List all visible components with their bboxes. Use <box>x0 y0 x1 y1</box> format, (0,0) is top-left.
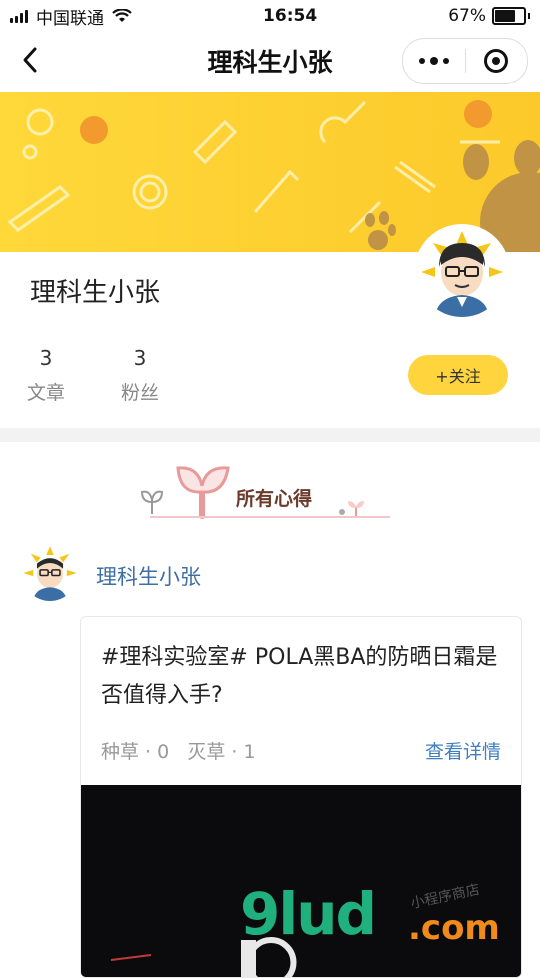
stat-fans-count: 3 <box>133 346 147 370</box>
follow-button[interactable]: +关注 <box>408 355 508 395</box>
post-text: #理科实验室# POLA黑BA的防晒日霜是否值得入手? <box>101 645 498 708</box>
nav-bar: 理科生小张 <box>0 32 540 90</box>
signal-icon <box>10 9 28 23</box>
stat-articles-count: 3 <box>39 346 53 370</box>
target-circle-icon <box>484 49 509 73</box>
small-sprout-icon <box>339 501 364 516</box>
stat-articles[interactable]: 3 文章 <box>16 346 76 405</box>
stat-fans-label: 粉丝 <box>120 382 159 404</box>
sprout-icon <box>140 466 230 519</box>
stat-articles-label: 文章 <box>26 382 65 404</box>
section-header: 所有心得 <box>140 458 400 528</box>
author-avatar-icon <box>23 546 77 601</box>
watermark: 9lud .com 小程序商店 <box>240 880 540 960</box>
clock: 16:54 <box>263 6 318 26</box>
more-button[interactable] <box>403 57 465 65</box>
profile-avatar[interactable] <box>414 224 510 320</box>
status-bar: 中国联通 16:54 67% <box>0 0 540 32</box>
close-miniprogram-button[interactable] <box>466 49 528 73</box>
battery-percent: 67% <box>448 6 486 26</box>
carrier-label: 中国联通 <box>36 8 104 29</box>
watermark-main: 9lud <box>240 880 377 948</box>
profile-name: 理科生小张 <box>30 278 161 308</box>
watermark-suffix: .com <box>408 908 500 948</box>
view-detail-link[interactable]: 查看详情 <box>425 737 501 764</box>
stat-fans[interactable]: 3 粉丝 <box>110 346 170 405</box>
battery-icon <box>491 7 526 25</box>
mini-program-capsule <box>402 38 528 84</box>
author-name[interactable]: 理科生小张 <box>96 561 201 591</box>
back-button[interactable] <box>12 42 48 78</box>
section-title: 所有心得 <box>236 488 313 510</box>
post-meta: 种草 · 0 灭草 · 1 <box>101 741 256 763</box>
author-avatar[interactable] <box>22 545 78 601</box>
more-dots-icon <box>418 58 425 64</box>
chevron-left-icon <box>23 47 37 73</box>
page-title: 理科生小张 <box>207 48 333 77</box>
wifi-icon <box>112 9 132 22</box>
avatar-illustration-icon <box>421 231 503 317</box>
section-divider <box>0 428 540 442</box>
